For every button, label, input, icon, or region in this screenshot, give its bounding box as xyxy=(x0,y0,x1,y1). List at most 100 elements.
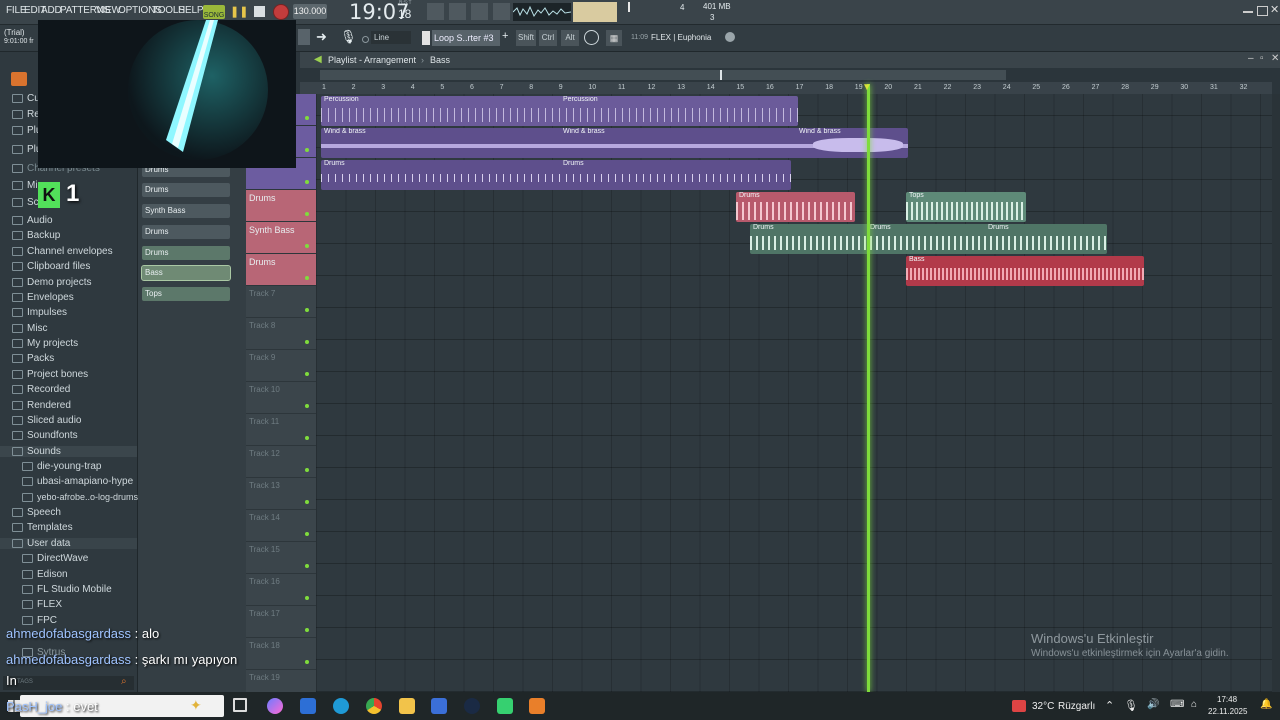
browser-item[interactable]: yebo-afrobe..o-log-drums xyxy=(22,492,138,503)
microphone-icon[interactable]: 🎙 xyxy=(1124,699,1138,712)
track-enable-led[interactable] xyxy=(305,276,309,280)
arrow-right-icon[interactable]: ➜ xyxy=(316,29,327,45)
track-header[interactable]: Track 15 xyxy=(246,542,316,574)
microphone-icon[interactable]: 🎙 xyxy=(340,29,357,45)
browser-item[interactable]: Recorded xyxy=(12,384,70,395)
browser-item[interactable]: Project bones xyxy=(12,369,88,380)
browser-item[interactable]: Audio xyxy=(12,215,53,226)
alt-key[interactable]: Alt xyxy=(561,30,579,46)
track-header[interactable]: Track 18 xyxy=(246,638,316,670)
channel-synth-bass[interactable]: Synth Bass+ xyxy=(142,204,230,218)
track-enable-led[interactable] xyxy=(305,564,309,568)
browser-home-icon[interactable] xyxy=(11,72,27,86)
menu-help[interactable]: HELP xyxy=(178,5,204,16)
browser-item[interactable]: Channel envelopes xyxy=(12,246,113,257)
channel-drums[interactable]: Drums+ xyxy=(142,183,230,197)
loop-record-icon[interactable] xyxy=(471,3,488,20)
search-icon[interactable]: ⌕ xyxy=(121,676,127,687)
track-enable-led[interactable] xyxy=(305,148,309,152)
task-view-icon[interactable] xyxy=(233,698,247,712)
pattern-selector[interactable]: Loop S..rter #3 xyxy=(432,30,500,46)
chrome-icon[interactable] xyxy=(366,698,382,714)
track-header[interactable]: Drums xyxy=(246,190,316,222)
ctrl-key[interactable]: Ctrl xyxy=(539,30,557,46)
vertical-scrollbar[interactable] xyxy=(1272,94,1280,692)
mixer-icon[interactable] xyxy=(298,29,310,45)
minimize-icon[interactable]: – xyxy=(1248,53,1254,64)
track-enable-led[interactable] xyxy=(305,436,309,440)
store-icon[interactable] xyxy=(431,698,447,714)
close-icon[interactable]: ✕ xyxy=(1271,53,1279,64)
file-explorer-icon[interactable] xyxy=(399,698,415,714)
browser-item[interactable]: Envelopes xyxy=(12,292,74,303)
track-header[interactable]: Drums xyxy=(246,254,316,286)
browser-item[interactable]: Clipboard files xyxy=(12,261,90,272)
track-enable-led[interactable] xyxy=(305,116,309,120)
track-enable-led[interactable] xyxy=(305,340,309,344)
track-header[interactable]: Synth Bass xyxy=(246,222,316,254)
copilot-icon[interactable] xyxy=(267,698,283,714)
shift-key[interactable]: Shift xyxy=(516,30,536,46)
track-enable-led[interactable] xyxy=(305,404,309,408)
record-icon[interactable] xyxy=(273,4,289,20)
track-header[interactable]: Track 14 xyxy=(246,510,316,542)
menu-add[interactable]: ADD xyxy=(41,5,62,16)
browser-item[interactable]: Sliced audio xyxy=(12,415,81,426)
browser-item[interactable]: Backup xyxy=(12,230,60,241)
browser-item[interactable]: Rendered xyxy=(12,400,71,411)
clip-bass[interactable]: Bass xyxy=(906,256,1144,286)
clip-drums[interactable]: Drums Drums Drums xyxy=(750,224,1107,254)
track-header[interactable]: Track 7 xyxy=(246,286,316,318)
mail-icon[interactable] xyxy=(300,698,316,714)
snap-selector[interactable]: Line xyxy=(371,31,411,44)
browser-item[interactable]: Demo projects xyxy=(12,277,91,288)
browser-item[interactable]: Mi xyxy=(12,180,38,191)
song-mode-toggle[interactable]: SONG xyxy=(203,5,225,19)
track-header[interactable]: Track 17 xyxy=(246,606,316,638)
track-header[interactable]: Track 11 xyxy=(246,414,316,446)
network-icon[interactable]: ⌂ xyxy=(1191,699,1197,710)
track-enable-led[interactable] xyxy=(305,308,309,312)
browser-item[interactable]: DirectWave xyxy=(22,553,88,564)
track-enable-led[interactable] xyxy=(305,212,309,216)
channel-tops[interactable]: Tops+ xyxy=(142,287,230,301)
browser-item[interactable]: FLEX xyxy=(22,599,62,610)
steam-icon[interactable] xyxy=(464,698,480,714)
volume-icon[interactable]: 🔊 xyxy=(1147,699,1159,710)
browser-item[interactable]: Packs xyxy=(12,353,54,364)
browser-item[interactable]: Misc xyxy=(12,323,48,334)
channel-drums[interactable]: Drums+ xyxy=(142,225,230,239)
stop-icon[interactable] xyxy=(254,6,265,17)
track-enable-led[interactable] xyxy=(305,468,309,472)
globe-icon[interactable] xyxy=(725,32,735,42)
track-enable-led[interactable] xyxy=(305,660,309,664)
browser-item[interactable]: Templates xyxy=(12,522,73,533)
clip-drums[interactable]: Drums Drums xyxy=(321,160,791,190)
clip-wind-brass[interactable]: Wind & brass Wind & brass Wind & brass xyxy=(321,128,908,158)
playlist-grid[interactable]: Percussion Percussion Wind & brass Wind … xyxy=(316,94,1272,692)
browser-item[interactable]: Edison xyxy=(22,569,68,580)
keyboard-icon[interactable]: ⌨ xyxy=(1170,699,1184,710)
track-header[interactable]: Track 16 xyxy=(246,574,316,606)
tempo-tap-icon[interactable] xyxy=(584,30,599,45)
pattern-mode-icon[interactable] xyxy=(427,3,444,20)
clip-tops[interactable]: Tops xyxy=(906,192,1026,222)
browser-item[interactable]: ubasi-amapiano-hype xyxy=(22,476,133,487)
track-header[interactable]: Track 8 xyxy=(246,318,316,350)
maximize-icon[interactable]: ▫ xyxy=(1260,53,1264,64)
playhead[interactable] xyxy=(867,84,870,692)
notifications-icon[interactable]: 🔔 xyxy=(1260,699,1272,710)
minimize-icon[interactable] xyxy=(1243,11,1253,13)
playlist-scrollbar[interactable] xyxy=(320,70,1006,80)
metronome-icon[interactable] xyxy=(493,3,510,20)
track-header[interactable]: Track 12 xyxy=(246,446,316,478)
track-enable-led[interactable] xyxy=(305,500,309,504)
track-header[interactable]: Track 10 xyxy=(246,382,316,414)
browser-item[interactable]: Soundfonts xyxy=(12,430,78,441)
track-enable-led[interactable] xyxy=(305,628,309,632)
browser-item[interactable]: FPC xyxy=(22,615,57,626)
obs-icon[interactable] xyxy=(497,698,513,714)
channel-drums[interactable]: Drums+ xyxy=(142,246,230,260)
browser-item-selected[interactable]: Sounds xyxy=(0,446,137,457)
track-enable-led[interactable] xyxy=(305,244,309,248)
